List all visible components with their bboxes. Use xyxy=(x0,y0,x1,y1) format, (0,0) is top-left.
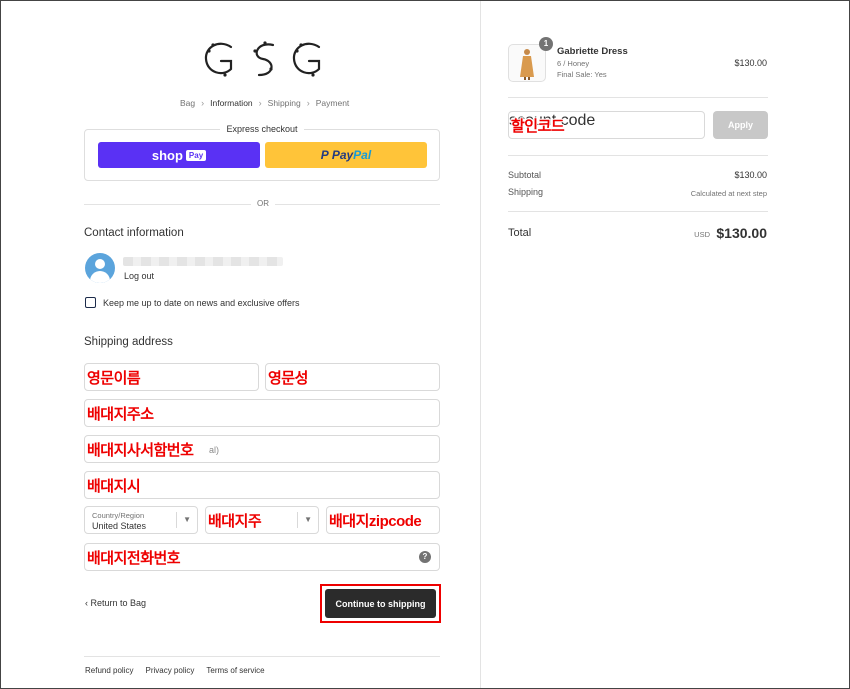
return-to-bag-link[interactable]: ‹ Return to Bag xyxy=(85,598,146,608)
chevron-right-icon: › xyxy=(201,98,205,108)
footer-divider xyxy=(84,656,440,657)
divider xyxy=(508,155,768,156)
product-price: $130.00 xyxy=(734,58,767,68)
address-overlay: 배대지주소 xyxy=(87,406,154,423)
chevron-left-icon: ‹ xyxy=(85,598,88,608)
avatar xyxy=(85,253,115,283)
zip-field[interactable]: 배대지zipcode xyxy=(326,506,440,534)
total-currency: USD xyxy=(694,230,710,239)
apartment-field[interactable]: al) 배대지사서함번호 xyxy=(84,435,440,463)
shoppay-button[interactable]: shop Pay xyxy=(98,142,260,168)
select-divider xyxy=(297,512,298,528)
select-divider xyxy=(176,512,177,528)
shipping-value: Calculated at next step xyxy=(690,189,767,198)
divider xyxy=(508,211,768,212)
country-value: United States xyxy=(92,521,147,531)
chevron-down-icon: ▼ xyxy=(183,515,191,524)
city-overlay: 배대지시 xyxy=(87,478,141,495)
contact-heading: Contact information xyxy=(84,227,184,239)
privacy-policy-link[interactable]: Privacy policy xyxy=(145,666,194,675)
shoppay-text: shop xyxy=(151,147,183,163)
apply-button[interactable]: Apply xyxy=(713,111,768,139)
return-label: Return to Bag xyxy=(90,598,147,608)
express-checkout-title: Express checkout xyxy=(220,124,304,134)
checkout-main: Bag › Information › Shipping › Payment E… xyxy=(1,1,480,688)
shipping-heading: Shipping address xyxy=(84,336,173,348)
store-logo xyxy=(204,41,321,77)
phone-overlay: 배대지전화번호 xyxy=(87,550,181,567)
express-checkout: Express checkout shop Pay P Pay Pal xyxy=(84,124,440,181)
subtotal-label: Subtotal xyxy=(508,170,542,180)
address-field[interactable]: 배대지주소 xyxy=(84,399,440,427)
divider xyxy=(508,97,768,98)
chevron-down-icon: ▼ xyxy=(304,515,312,524)
country-select[interactable]: Country/Region United States ▼ xyxy=(84,506,198,534)
shoppay-badge: Pay xyxy=(185,149,207,161)
breadcrumb-shipping: Shipping xyxy=(267,98,301,108)
last-name-overlay: 영문성 xyxy=(268,370,308,387)
or-text: OR xyxy=(251,199,275,208)
product-final-sale: Final Sale: Yes xyxy=(557,70,607,79)
shipping-label: Shipping xyxy=(508,187,544,197)
help-icon[interactable]: ? xyxy=(419,551,431,563)
continue-highlight: Continue to shipping xyxy=(320,584,441,623)
newsletter-label: Keep me up to date on news and exclusive… xyxy=(103,298,300,308)
city-field[interactable]: 배대지시 xyxy=(84,471,440,499)
avatar-head xyxy=(95,259,105,269)
apartment-placeholder: al) xyxy=(209,445,220,455)
product-thumbnail xyxy=(508,44,546,82)
terms-of-service-link[interactable]: Terms of service xyxy=(206,666,264,675)
breadcrumb-payment: Payment xyxy=(315,98,350,108)
discount-overlay: 할인코드 xyxy=(511,118,565,135)
phone-field[interactable]: 배대지전화번호 ? xyxy=(84,543,440,571)
zip-overlay: 배대지zipcode xyxy=(329,513,422,530)
discount-code-field[interactable]: scount code 할인코드 xyxy=(508,111,705,139)
logout-link[interactable]: Log out xyxy=(124,271,154,281)
state-select[interactable]: 배대지주 ▼ xyxy=(205,506,319,534)
avatar-body xyxy=(90,271,110,283)
quantity-badge: 1 xyxy=(539,37,553,51)
state-overlay: 배대지주 xyxy=(208,513,262,530)
first-name-field[interactable]: 영문이름 xyxy=(84,363,259,391)
first-name-overlay: 영문이름 xyxy=(87,370,141,387)
chevron-right-icon: › xyxy=(258,98,262,108)
dress-image xyxy=(520,49,534,80)
product-name: Gabriette Dress xyxy=(557,46,628,57)
order-summary: 1 Gabriette Dress 6 / Honey Final Sale: … xyxy=(480,1,849,688)
blurred-email xyxy=(123,257,283,266)
total-value: $130.00 xyxy=(716,225,767,241)
breadcrumb-information: Information xyxy=(210,98,253,108)
subtotal-value: $130.00 xyxy=(734,170,767,180)
paypal-button[interactable]: P Pay Pal xyxy=(265,142,427,168)
breadcrumb-bag[interactable]: Bag xyxy=(180,98,195,108)
product-variant: 6 / Honey xyxy=(557,59,590,68)
footer-links: Refund policy Privacy policy Terms of se… xyxy=(85,666,265,675)
country-label: Country/Region xyxy=(92,511,145,520)
paypal-icon: P xyxy=(320,148,329,162)
chevron-right-icon: › xyxy=(306,98,310,108)
apartment-overlay: 배대지사서함번호 xyxy=(87,442,194,459)
last-name-field[interactable]: 영문성 xyxy=(265,363,440,391)
continue-to-shipping-button[interactable]: Continue to shipping xyxy=(325,589,436,618)
paypal-text-2: Pal xyxy=(353,148,372,162)
total-label: Total xyxy=(508,227,532,239)
refund-policy-link[interactable]: Refund policy xyxy=(85,666,133,675)
newsletter-checkbox[interactable] xyxy=(85,297,96,308)
breadcrumb: Bag › Information › Shipping › Payment xyxy=(180,98,349,108)
paypal-text-1: Pay xyxy=(331,148,354,162)
